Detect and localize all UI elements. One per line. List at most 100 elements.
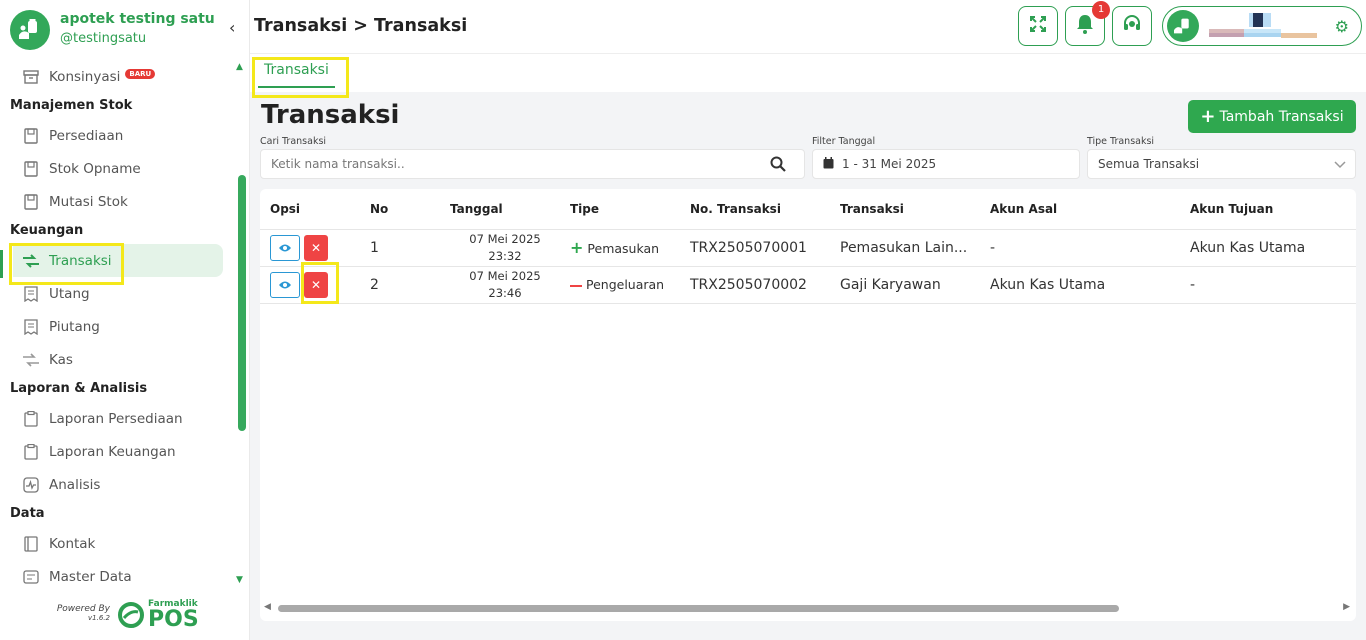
date-value: 07 Mei 2025: [469, 268, 541, 283]
sidebar-item-persediaan[interactable]: Persediaan: [0, 119, 236, 152]
to-account-cell: -: [1180, 266, 1356, 304]
scroll-up-arrow-icon[interactable]: ▲: [236, 62, 243, 72]
date-cell: 07 Mei 2025 23:32: [440, 229, 560, 267]
avatar: [1167, 10, 1199, 42]
close-icon: ✕: [310, 240, 322, 255]
search-input[interactable]: Ketik nama transaksi..: [260, 149, 805, 179]
scrollbar-thumb[interactable]: [278, 605, 1119, 612]
type-cell: Pengeluaran: [560, 266, 680, 304]
delete-button[interactable]: ✕: [304, 234, 328, 261]
type-filter-select[interactable]: Semua Transaksi: [1087, 149, 1356, 179]
column-header: No. Transaksi: [680, 189, 830, 230]
page-title: Transaksi > Transaksi: [254, 16, 468, 36]
sidebar-item-label: Stok Opname: [49, 160, 141, 177]
receipt-icon: [22, 285, 40, 303]
sidebar-item-label: Konsinyasi: [49, 68, 121, 85]
collapse-sidebar-icon[interactable]: ‹: [229, 18, 235, 37]
sidebar-item-master-data[interactable]: Master Data: [0, 560, 236, 590]
support-button[interactable]: [1112, 6, 1152, 46]
sidebar-item-label: Laporan Keuangan: [49, 443, 176, 460]
sidebar-item-label: Piutang: [49, 318, 100, 335]
expand-icon: [1029, 15, 1047, 37]
section-data: Data: [10, 506, 45, 521]
trx-cell: Pemasukan Lain...: [830, 229, 980, 267]
logo-pos-text: POS: [148, 607, 199, 632]
scroll-right-arrow-icon[interactable]: ▶: [1343, 602, 1350, 612]
sidebar-item-label: Mutasi Stok: [49, 193, 128, 210]
sidebar-item-mutasi-stok[interactable]: Mutasi Stok: [0, 185, 236, 218]
to-account-cell: Akun Kas Utama: [1180, 229, 1356, 267]
section-manajemen-stok: Manajemen Stok: [10, 98, 133, 113]
sidebar-item-label: Persediaan: [49, 127, 124, 144]
box-check-icon: [22, 160, 40, 178]
powered-by: Powered By v1.6.2: [50, 604, 110, 622]
column-header: Tanggal: [440, 189, 560, 230]
notification-button[interactable]: 1: [1065, 1, 1110, 46]
search-icon[interactable]: [770, 156, 786, 175]
type-filter-label: Tipe Transaksi: [1087, 136, 1155, 147]
main-title: Transaksi: [261, 100, 400, 130]
table-row: ✕ 1 07 Mei 2025 23:32 + Pemasukan TRX25050…: [260, 229, 1356, 267]
from-account-cell: Akun Kas Utama: [980, 266, 1180, 304]
column-header: Akun Asal: [980, 189, 1180, 230]
type-label: Pengeluaran: [586, 277, 665, 292]
from-account-cell: -: [980, 229, 1180, 267]
notification-count-badge: 1: [1092, 1, 1110, 19]
sidebar-item-label: Master Data: [49, 568, 132, 585]
gear-icon[interactable]: ⚙: [1335, 17, 1349, 36]
column-header: Akun Tujuan: [1180, 189, 1356, 230]
sidebar-menu: Konsinyasi BARU Manajemen Stok Persediaa…: [0, 60, 236, 590]
time-value: 23:46: [488, 285, 522, 300]
pharmacy-logo-icon: [10, 10, 50, 50]
powered-by-label: Powered By: [56, 604, 110, 614]
transactions-table: Opsi No Tanggal Tipe No. Transaksi Trans…: [260, 189, 1356, 304]
sidebar-item-laporan-keuangan[interactable]: Laporan Keuangan: [0, 435, 236, 468]
time-value: 23:32: [488, 248, 522, 263]
date-value: 07 Mei 2025: [469, 231, 541, 246]
sidebar-item-label: Kontak: [49, 535, 96, 552]
pharmacy-username: @testingsatu: [60, 31, 147, 46]
sidebar-item-kontak[interactable]: Kontak: [0, 527, 236, 560]
sidebar-item-stok-opname[interactable]: Stok Opname: [0, 152, 236, 185]
date-filter-field[interactable]: 1 - 31 Mei 2025: [812, 149, 1080, 179]
date-filter-value: 1 - 31 Mei 2025: [842, 157, 937, 171]
sidebar-item-piutang[interactable]: Piutang: [0, 310, 236, 343]
sidebar-item-kas[interactable]: Kas: [0, 343, 236, 376]
eye-icon: [279, 281, 291, 288]
add-transaction-label: Tambah Transaksi: [1219, 108, 1344, 125]
sidebar: apotek testing satu @testingsatu ‹ Konsi…: [0, 0, 250, 640]
active-indicator: [0, 250, 3, 278]
sidebar-item-laporan-persediaan[interactable]: Laporan Persediaan: [0, 402, 236, 435]
column-header: No: [360, 189, 440, 230]
trx-no-cell: TRX2505070001: [680, 229, 830, 267]
column-header: Opsi: [260, 189, 360, 230]
scroll-down-arrow-icon[interactable]: ▼: [236, 575, 243, 585]
no-cell: 2: [360, 266, 440, 304]
box-icon: [22, 127, 40, 145]
receipt-list-icon: [22, 318, 40, 336]
sidebar-scrollbar[interactable]: [238, 175, 246, 431]
sidebar-item-konsinyasi[interactable]: Konsinyasi BARU: [0, 60, 236, 93]
add-transaction-button[interactable]: + Tambah Transaksi: [1188, 100, 1356, 133]
clipboard-icon: [22, 410, 40, 428]
profile-menu[interactable]: ⚙: [1162, 6, 1362, 46]
transactions-table-card: Opsi No Tanggal Tipe No. Transaksi Trans…: [260, 189, 1356, 621]
new-badge: BARU: [125, 68, 156, 79]
sidebar-item-label: Utang: [49, 285, 90, 302]
bell-icon: [1076, 14, 1094, 38]
sidebar-item-label: Laporan Persediaan: [49, 410, 183, 427]
sidebar-item-analisis[interactable]: Analisis: [0, 468, 236, 501]
eye-icon: [279, 244, 291, 251]
type-filter-value: Semua Transaksi: [1098, 157, 1200, 171]
type-label: Pemasukan: [587, 241, 660, 256]
minus-icon: [570, 284, 582, 287]
main-content: Transaksi + Tambah Transaksi Cari Transa…: [250, 92, 1366, 640]
fullscreen-button[interactable]: [1018, 6, 1058, 46]
table-horizontal-scrollbar[interactable]: ◀ ▶: [260, 599, 1356, 617]
scroll-left-arrow-icon[interactable]: ◀: [264, 602, 271, 612]
table-header-row: Opsi No Tanggal Tipe No. Transaksi Trans…: [260, 189, 1356, 230]
calendar-icon: [823, 156, 834, 172]
farmaklik-logo-icon: [118, 602, 144, 628]
view-button[interactable]: [270, 271, 300, 298]
view-button[interactable]: [270, 234, 300, 261]
